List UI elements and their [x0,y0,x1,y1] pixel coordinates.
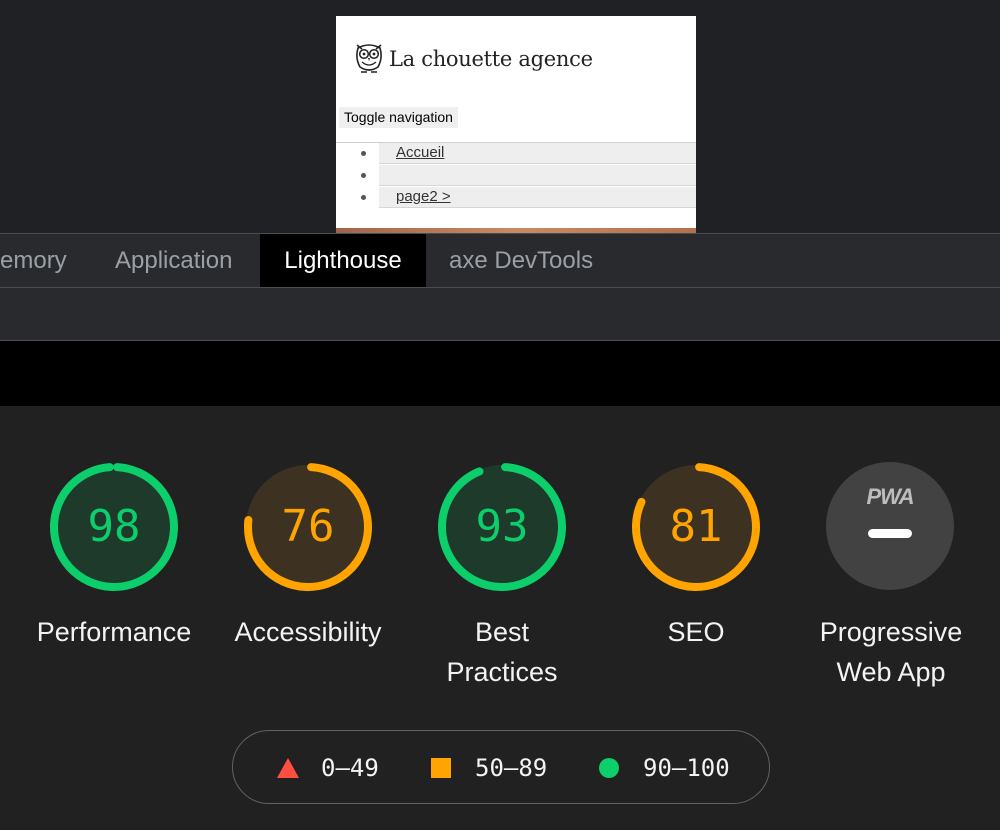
bullet-icon [361,151,366,156]
lighthouse-report: 98 Performance 76 Accessibility 93 Best Pract… [0,406,1000,830]
bullet-icon [361,195,366,200]
triangle-icon [277,758,299,778]
pwa-badge: PWA [826,462,954,590]
devtools-tab-bar: emory Application Lighthouse axe DevTool… [0,233,1000,288]
legend-pass-label: 90–100 [643,754,730,782]
gauge-label: Best Practices [446,617,558,687]
circle-icon [599,758,619,778]
gauge-label: Performance [36,617,192,647]
tab-lighthouse[interactable]: Lighthouse [260,234,426,287]
page-preview-area: La chouette agence Toggle navigation Acc… [0,0,1000,233]
score-gauge: 76 [243,462,373,592]
gauge-score: 93 [475,501,529,552]
site-nav-list: Accueil page2 > [336,143,696,209]
gauge-score: 98 [87,501,141,552]
score-gauge: 93 [437,462,567,592]
tab-application[interactable]: Application [115,234,232,287]
pwa-dash-icon [868,529,912,538]
legend-pass: 90–100 [599,731,730,805]
toggle-navigation-button[interactable]: Toggle navigation [339,107,458,128]
nav-item [361,165,696,186]
gauge-label-pwa: Progressive Web App [819,617,963,687]
owl-logo-icon [356,44,382,73]
legend-average: 50–89 [431,731,547,805]
square-icon [431,758,451,778]
nav-link-accueil[interactable]: Accueil [396,144,444,161]
nav-item: Accueil [361,143,696,164]
tab-memory[interactable]: emory [0,234,69,287]
site-brand-name: La chouette agence [389,47,593,71]
report-header-band [0,341,1000,406]
pwa-badge-icon: PWA [866,484,914,509]
tab-axe-devtools[interactable]: axe DevTools [449,234,593,287]
gauge-label: Accessibility [234,617,382,647]
nav-link-page2[interactable]: page2 > [396,188,451,205]
legend-fail-label: 0–49 [321,754,379,782]
lighthouse-toolbar [0,288,1000,341]
gauge-score: 81 [669,501,723,552]
legend-average-label: 50–89 [475,754,548,782]
site-brand[interactable]: La chouette agence [353,40,593,78]
nav-item: page2 > [361,187,696,208]
gauge-score: 76 [281,501,335,552]
score-gauge: 98 [49,462,179,592]
gauge-label: SEO [667,617,725,647]
score-legend: 0–49 50–89 90–100 [232,730,770,804]
page-preview: La chouette agence Toggle navigation Acc… [336,16,696,233]
bullet-icon [361,173,366,178]
score-gauge: 81 [631,462,761,592]
legend-fail: 0–49 [277,731,379,805]
